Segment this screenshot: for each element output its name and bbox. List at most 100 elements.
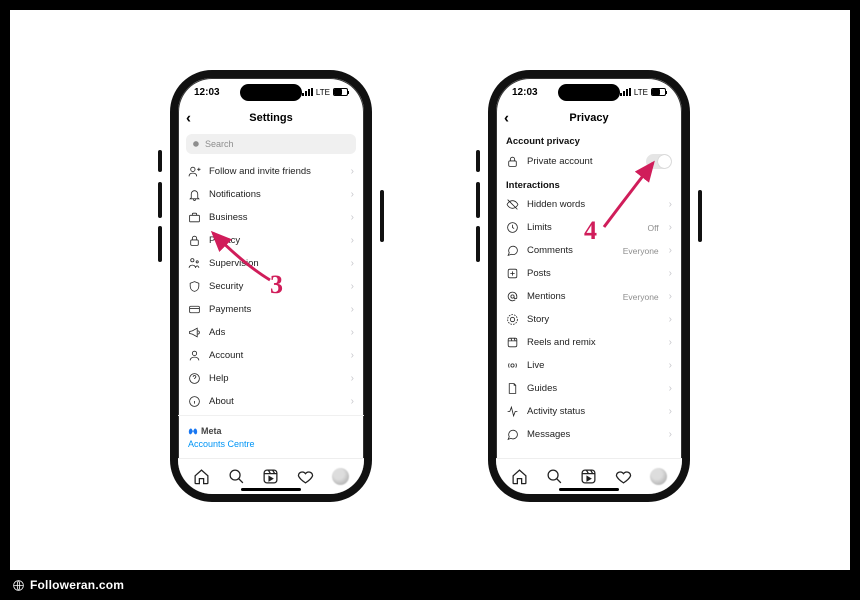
- lock-icon: [506, 155, 519, 168]
- tab-activity[interactable]: [297, 468, 315, 486]
- status-time: 12:03: [194, 87, 220, 98]
- battery-icon: [333, 88, 348, 96]
- hidden-icon: [506, 198, 519, 211]
- divider: [178, 415, 364, 416]
- avatar: [650, 468, 667, 485]
- row-label: Private account: [527, 156, 638, 167]
- chevron-right-icon: ›: [669, 383, 672, 394]
- back-icon[interactable]: ‹: [186, 111, 191, 126]
- row-label: Privacy: [209, 235, 343, 246]
- signal-icon: [302, 88, 313, 96]
- page-title: Settings: [249, 112, 292, 124]
- nav-header: ‹ Privacy: [496, 106, 682, 130]
- row-label: Payments: [209, 304, 343, 315]
- tab-search[interactable]: [227, 468, 245, 486]
- settings-row-payments[interactable]: Payments ›: [178, 298, 364, 321]
- privacy-row-live[interactable]: Live ›: [496, 354, 682, 377]
- row-label: Follow and invite friends: [209, 166, 343, 177]
- row-label: Ads: [209, 327, 343, 338]
- private-account-toggle[interactable]: [646, 154, 672, 169]
- status-right: LTE: [620, 88, 666, 97]
- privacy-row-mentions[interactable]: Mentions Everyone ›: [496, 285, 682, 308]
- bell-icon: [188, 188, 201, 201]
- plus-square-icon: [506, 267, 519, 280]
- section-interactions: Interactions: [496, 174, 682, 193]
- activity-icon: [506, 405, 519, 418]
- tab-home[interactable]: [510, 468, 528, 486]
- settings-row-follow[interactable]: Follow and invite friends ›: [178, 160, 364, 183]
- settings-row-about[interactable]: About ›: [178, 390, 364, 413]
- row-label: Notifications: [209, 189, 343, 200]
- privacy-row-story[interactable]: Story ›: [496, 308, 682, 331]
- row-label: Mentions: [527, 291, 615, 302]
- privacy-row-private-account[interactable]: Private account: [496, 149, 682, 174]
- row-label: Help: [209, 373, 343, 384]
- meta-block: Meta Accounts Centre: [178, 418, 364, 451]
- shield-icon: [188, 280, 201, 293]
- row-value: Everyone: [623, 246, 659, 256]
- chevron-right-icon: ›: [351, 166, 354, 177]
- dynamic-island: [240, 84, 302, 101]
- row-label: Account: [209, 350, 343, 361]
- canvas: 12:03 LTE ‹ Settings Search Follow: [10, 10, 850, 570]
- tab-profile[interactable]: [650, 468, 668, 486]
- chevron-right-icon: ›: [669, 268, 672, 279]
- story-icon: [506, 313, 519, 326]
- settings-row-ads[interactable]: Ads ›: [178, 321, 364, 344]
- carrier-label: LTE: [316, 88, 330, 97]
- chevron-right-icon: ›: [351, 258, 354, 269]
- tab-reels[interactable]: [262, 468, 280, 486]
- tab-reels[interactable]: [580, 468, 598, 486]
- search-field[interactable]: Search: [186, 134, 356, 154]
- page-title: Privacy: [569, 112, 608, 124]
- user-plus-icon: [188, 165, 201, 178]
- chevron-right-icon: ›: [669, 222, 672, 233]
- privacy-row-posts[interactable]: Posts ›: [496, 262, 682, 285]
- tab-activity[interactable]: [615, 468, 633, 486]
- chevron-right-icon: ›: [669, 360, 672, 371]
- privacy-row-guides[interactable]: Guides ›: [496, 377, 682, 400]
- row-value: Everyone: [623, 292, 659, 302]
- chevron-right-icon: ›: [351, 189, 354, 200]
- settings-row-help[interactable]: Help ›: [178, 367, 364, 390]
- row-label: Posts: [527, 268, 661, 279]
- family-icon: [188, 257, 201, 270]
- watermark-text: Followeran.com: [30, 578, 124, 592]
- status-right: LTE: [302, 88, 348, 97]
- watermark: Followeran.com: [12, 578, 124, 592]
- privacy-content[interactable]: Account privacy Private account Interact…: [496, 130, 682, 458]
- phone-settings-wrap: 12:03 LTE ‹ Settings Search Follow: [170, 70, 372, 502]
- home-indicator: [241, 488, 301, 491]
- chevron-right-icon: ›: [351, 327, 354, 338]
- chevron-right-icon: ›: [669, 291, 672, 302]
- settings-row-notifications[interactable]: Notifications ›: [178, 183, 364, 206]
- row-label: About: [209, 396, 343, 407]
- back-icon[interactable]: ‹: [504, 111, 509, 126]
- privacy-row-messages[interactable]: Messages ›: [496, 423, 682, 446]
- chevron-right-icon: ›: [351, 350, 354, 361]
- chevron-right-icon: ›: [351, 304, 354, 315]
- tab-home[interactable]: [192, 468, 210, 486]
- privacy-row-hidden-words[interactable]: Hidden words ›: [496, 193, 682, 216]
- live-icon: [506, 359, 519, 372]
- annotation-number-3: 3: [270, 270, 283, 300]
- user-icon: [188, 349, 201, 362]
- accounts-centre-link[interactable]: Accounts Centre: [188, 439, 354, 449]
- row-label: Supervision: [209, 258, 343, 269]
- phone-privacy-wrap: 12:03 LTE ‹ Privacy Account privacy Priv…: [488, 70, 690, 502]
- tab-search[interactable]: [545, 468, 563, 486]
- search-icon: [192, 140, 201, 149]
- privacy-row-activity-status[interactable]: Activity status ›: [496, 400, 682, 423]
- chevron-right-icon: ›: [351, 373, 354, 384]
- tab-profile[interactable]: [332, 468, 350, 486]
- chevron-right-icon: ›: [351, 235, 354, 246]
- row-label: Reels and remix: [527, 337, 661, 348]
- row-label: Live: [527, 360, 661, 371]
- privacy-row-reels[interactable]: Reels and remix ›: [496, 331, 682, 354]
- settings-row-account[interactable]: Account ›: [178, 344, 364, 367]
- settings-row-business[interactable]: Business ›: [178, 206, 364, 229]
- info-icon: [188, 395, 201, 408]
- settings-row-privacy[interactable]: Privacy ›: [178, 229, 364, 252]
- reels-icon: [506, 336, 519, 349]
- chevron-right-icon: ›: [669, 245, 672, 256]
